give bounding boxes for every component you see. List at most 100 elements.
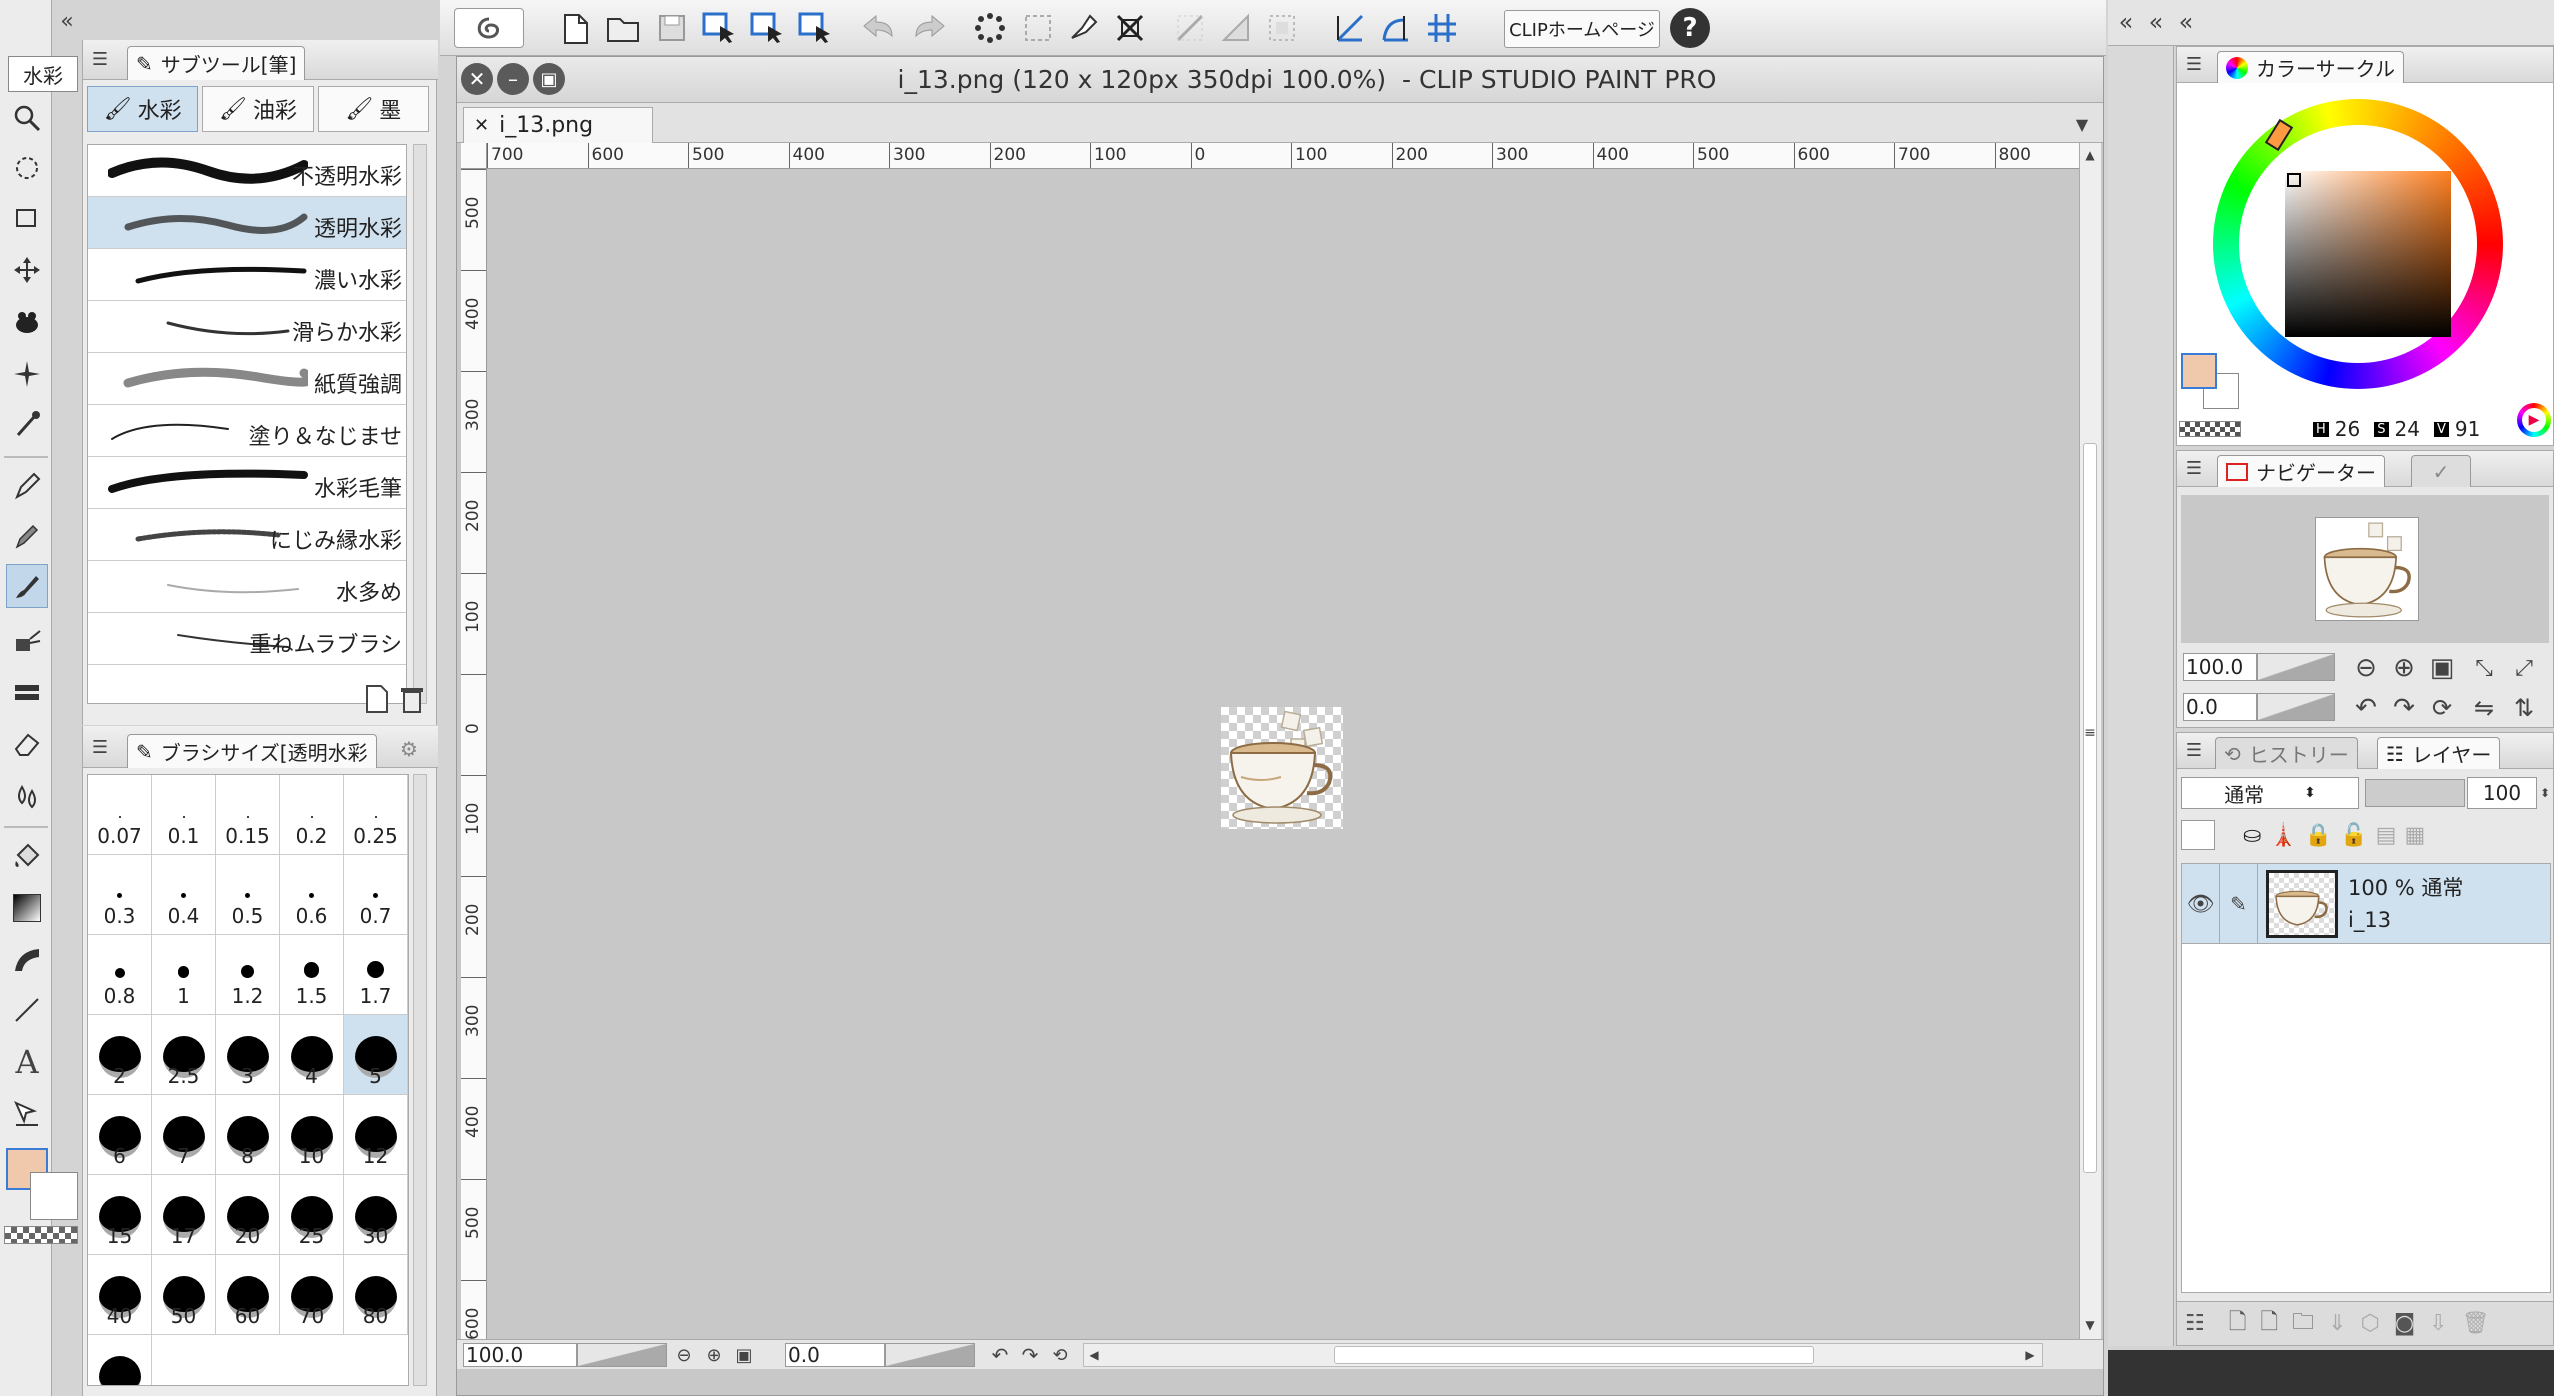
- list-item[interactable]: 不透明水彩: [88, 145, 406, 197]
- navigator-tab[interactable]: ナビゲーター: [2217, 455, 2385, 487]
- nav-rotate-left-icon[interactable]: ↶: [2349, 691, 2383, 725]
- open-file-icon[interactable]: [604, 8, 644, 48]
- apply-mask-icon[interactable]: ⇩: [2429, 1311, 2447, 1336]
- snap-ruler-icon[interactable]: [1330, 8, 1370, 48]
- subtool-scrollbar[interactable]: [413, 144, 427, 704]
- move-tool-icon[interactable]: [10, 250, 44, 290]
- brush-size-cell[interactable]: 0.8: [88, 935, 152, 1015]
- maximize-window-icon[interactable]: ▣: [533, 63, 565, 95]
- panel-menu-icon[interactable]: ☰: [2183, 53, 2205, 75]
- tab-history[interactable]: ⟲ ヒストリー: [2215, 737, 2358, 769]
- nav-flip-h-icon[interactable]: ⇋: [2467, 691, 2501, 725]
- main-color-indicator[interactable]: [2181, 353, 2217, 389]
- brush-size-cell[interactable]: 20: [216, 1175, 280, 1255]
- tab-ink[interactable]: 🖌 墨: [317, 86, 429, 132]
- correct-line-tool-icon[interactable]: [10, 1094, 44, 1134]
- new-folder-icon[interactable]: 🗀: [2292, 1305, 2314, 1343]
- navigator-preview[interactable]: [2181, 495, 2549, 643]
- brush-size-cell[interactable]: 0.3: [88, 855, 152, 935]
- brush-size-cell[interactable]: 3: [216, 1015, 280, 1095]
- transform-points-icon[interactable]: [970, 8, 1010, 48]
- brush-size-cell[interactable]: 0.07: [88, 775, 152, 855]
- brush-size-cell[interactable]: 0.7: [344, 855, 408, 935]
- navigator-rotate-field[interactable]: 0.0: [2183, 693, 2257, 721]
- zoom-value-field[interactable]: 100.0: [463, 1343, 577, 1367]
- subtool-tab[interactable]: ✎ サブツール[筆]: [127, 46, 306, 80]
- sub-color-swatch[interactable]: [30, 1172, 78, 1220]
- opacity-value[interactable]: 100: [2467, 777, 2537, 809]
- list-item[interactable]: 透明水彩: [88, 197, 406, 249]
- nav-zoom-in-icon[interactable]: ⊕: [2387, 651, 2421, 685]
- navigator-rotate-slider[interactable]: [2257, 693, 2335, 721]
- document-tab[interactable]: ✕ i_13.png: [463, 107, 653, 143]
- nav-actual-size-icon[interactable]: ▣: [2425, 651, 2459, 685]
- combine-icon[interactable]: ⬡: [2361, 1311, 2380, 1336]
- brush-size-tab[interactable]: ✎ ブラシサイズ[透明水彩: [127, 734, 377, 768]
- fill-bucket-tool-icon[interactable]: [10, 836, 44, 876]
- zoom-out-icon[interactable]: ⊖: [671, 1343, 697, 1367]
- opacity-slider[interactable]: [2365, 779, 2465, 807]
- help-button[interactable]: ?: [1670, 8, 1710, 48]
- transfer-down-icon[interactable]: ⇓: [2328, 1311, 2346, 1336]
- layer-property-icon[interactable]: ☷: [2185, 1311, 2205, 1336]
- canvas-horizontal-scrollbar[interactable]: ◀ ▶: [1083, 1343, 2043, 1367]
- select-layer-2-icon[interactable]: [746, 8, 790, 48]
- zoom-slider[interactable]: [577, 1343, 667, 1367]
- list-item[interactable]: にじみ縁水彩: [88, 509, 406, 561]
- sv-marker[interactable]: [2287, 173, 2301, 187]
- transparent-color-swatch[interactable]: [4, 1226, 78, 1244]
- collapse-icon[interactable]: «: [2112, 8, 2140, 36]
- blend-tool-icon[interactable]: [10, 776, 44, 816]
- snap-grid-icon[interactable]: [1422, 8, 1462, 48]
- brush-size-scrollbar[interactable]: [413, 774, 427, 1386]
- list-item[interactable]: 水多め: [88, 561, 406, 613]
- edit-pen-icon[interactable]: ✎: [2220, 864, 2258, 944]
- pen-tool-icon[interactable]: [10, 466, 44, 506]
- list-item[interactable]: 塗り＆なじませ: [88, 405, 406, 457]
- saturation-value-square[interactable]: [2285, 171, 2451, 337]
- decoration-tool-icon[interactable]: [10, 672, 44, 712]
- brush-size-cell[interactable]: 0.6: [280, 855, 344, 935]
- brush-size-cell[interactable]: 2: [88, 1015, 152, 1095]
- scroll-down-icon[interactable]: ▼: [2082, 1317, 2098, 1333]
- airbrush-tool-icon[interactable]: [10, 620, 44, 660]
- navigator-zoom-slider[interactable]: [2257, 653, 2335, 681]
- list-item[interactable]: 紙質強調: [88, 353, 406, 405]
- fill-icon[interactable]: [1064, 8, 1104, 48]
- new-raster-layer-icon[interactable]: 🗋: [2229, 1305, 2247, 1343]
- rotate-view-tool-icon[interactable]: [10, 148, 44, 188]
- brush-size-cell[interactable]: 10: [280, 1095, 344, 1175]
- collapse-2-icon[interactable]: «: [2142, 8, 2170, 36]
- nav-reset-rotate-icon[interactable]: ⟳: [2425, 691, 2459, 725]
- panel-menu-icon[interactable]: ☰: [89, 48, 111, 70]
- brush-size-cell[interactable]: 8: [216, 1095, 280, 1175]
- layer-row[interactable]: 👁 ✎ 100 % 通常 i_13: [2182, 864, 2550, 944]
- scroll-up-icon[interactable]: ▲: [2082, 147, 2098, 163]
- brush-size-cell[interactable]: 60: [216, 1255, 280, 1335]
- navigator-extra-tab[interactable]: ✓: [2411, 455, 2471, 487]
- nav-fit-icon[interactable]: ⤡: [2467, 651, 2501, 685]
- snap-special-icon[interactable]: [1376, 8, 1416, 48]
- rotate-left-icon[interactable]: ↶: [987, 1343, 1013, 1367]
- panel-menu-icon[interactable]: ☰: [2183, 739, 2205, 761]
- fill-blob-tool-icon[interactable]: [10, 302, 44, 342]
- tab-watercolor[interactable]: 🖌 水彩: [87, 86, 199, 132]
- brush-size-cell[interactable]: 25: [280, 1175, 344, 1255]
- collapse-3-icon[interactable]: «: [2172, 8, 2200, 36]
- brush-size-cell[interactable]: 1.7: [344, 935, 408, 1015]
- panel-menu-icon[interactable]: ☰: [89, 736, 111, 758]
- zoom-tool-icon[interactable]: [10, 98, 44, 138]
- nav-zoom-out-icon[interactable]: ⊖: [2349, 651, 2383, 685]
- ruler-icon[interactable]: [1170, 8, 1210, 48]
- line-tool-icon[interactable]: [10, 990, 44, 1030]
- layer-mask-icon[interactable]: ◙: [2394, 1311, 2415, 1336]
- pencil-tool-icon[interactable]: [10, 516, 44, 556]
- blend-mode-select[interactable]: 通常 ⬍: [2181, 777, 2359, 809]
- undo-icon[interactable]: [858, 8, 902, 48]
- close-window-icon[interactable]: ✕: [461, 63, 493, 95]
- brush-size-cell[interactable]: 1.2: [216, 935, 280, 1015]
- brush-size-cell[interactable]: 40: [88, 1255, 152, 1335]
- lock-layer-icon[interactable]: 🔒: [2305, 823, 2332, 848]
- rotate-value-field[interactable]: 0.0: [785, 1343, 885, 1367]
- horizontal-scroll-thumb[interactable]: [1334, 1346, 1814, 1364]
